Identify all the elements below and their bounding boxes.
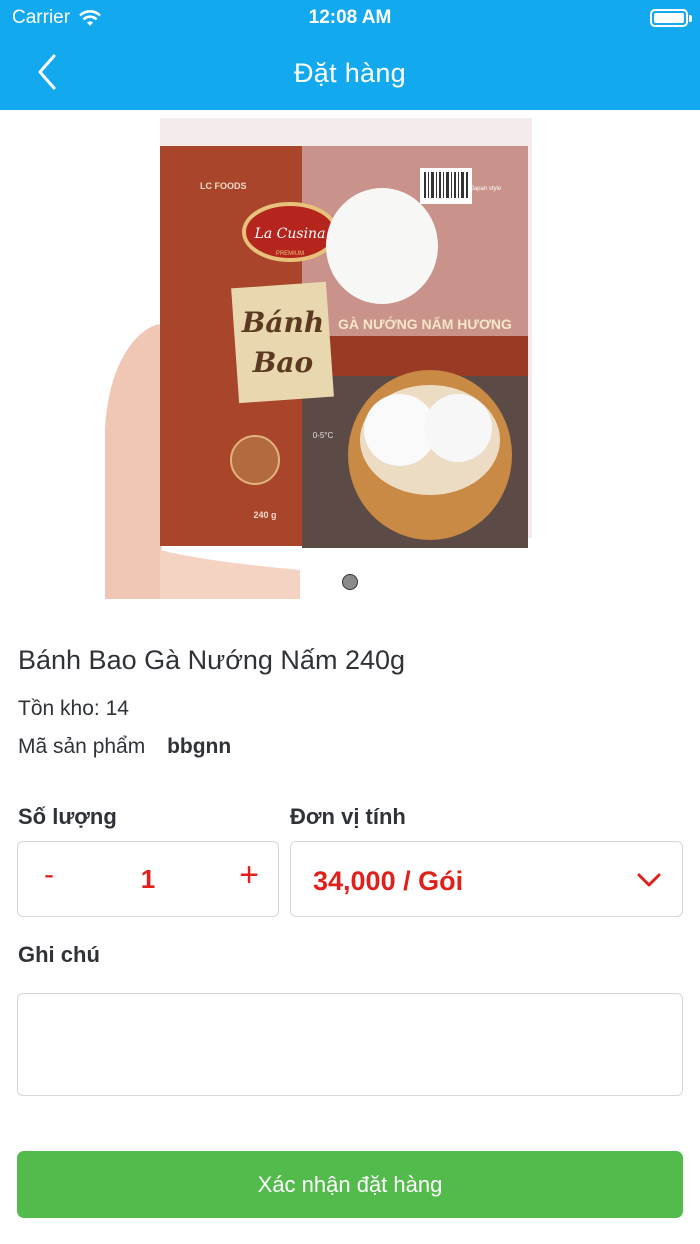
pack-temp: 0-5°C	[313, 431, 334, 440]
increase-quantity-button[interactable]: +	[232, 856, 266, 896]
product-image-carousel[interactable]: La Cusina PREMIUM LC FOODS Bánh Bao GÀ N…	[0, 110, 700, 605]
sku-info: Mã sản phẩm bbgnn	[18, 735, 231, 759]
app-header: Carrier 12:08 AM Đặt hàng	[0, 0, 700, 110]
pack-title-1: Bánh	[241, 306, 325, 339]
pack-weight: 240 g	[253, 510, 276, 520]
quantity-stepper: - 1 +	[17, 841, 279, 917]
unit-selected-value: 34,000 / Gói	[313, 866, 464, 896]
sku-label: Mã sản phẩm	[18, 735, 146, 758]
navigation-bar: Đặt hàng	[0, 40, 700, 110]
carousel-page-indicator[interactable]	[342, 574, 358, 590]
product-name: Bánh Bao Gà Nướng Nấm 240g	[18, 645, 406, 675]
decrease-quantity-button[interactable]: -	[34, 858, 64, 898]
logo-sub: PREMIUM	[276, 251, 304, 257]
confirm-order-button[interactable]: Xác nhận đặt hàng	[17, 1151, 683, 1218]
brand-text: LC FOODS	[200, 181, 247, 191]
chevron-down-icon	[637, 873, 661, 887]
battery-icon	[650, 9, 692, 27]
stock-value: 14	[105, 697, 129, 720]
status-bar: Carrier 12:08 AM	[0, 0, 700, 36]
page-title: Đặt hàng	[294, 58, 406, 88]
unit-label: Đơn vị tính	[290, 804, 406, 829]
quantity-value[interactable]: 1	[108, 864, 188, 895]
logo-text: La Cusina	[254, 226, 326, 242]
quantity-label: Số lượng	[18, 804, 117, 829]
stock-label: Tồn kho:	[18, 697, 100, 720]
stock-info: Tồn kho: 14	[18, 697, 129, 721]
unit-select[interactable]: 34,000 / Gói	[290, 841, 683, 917]
pack-title-2: Bao	[252, 346, 313, 379]
note-input[interactable]	[17, 993, 683, 1096]
pack-badge: Japan style	[471, 186, 502, 192]
note-label: Ghi chú	[18, 942, 100, 967]
status-time: 12:08 AM	[308, 7, 392, 28]
sku-value: bbgnn	[167, 735, 232, 758]
pack-flavor: GÀ NƯỚNG NẤM HƯƠNG	[338, 315, 512, 332]
product-image: La Cusina PREMIUM LC FOODS Bánh Bao GÀ N…	[105, 118, 532, 599]
